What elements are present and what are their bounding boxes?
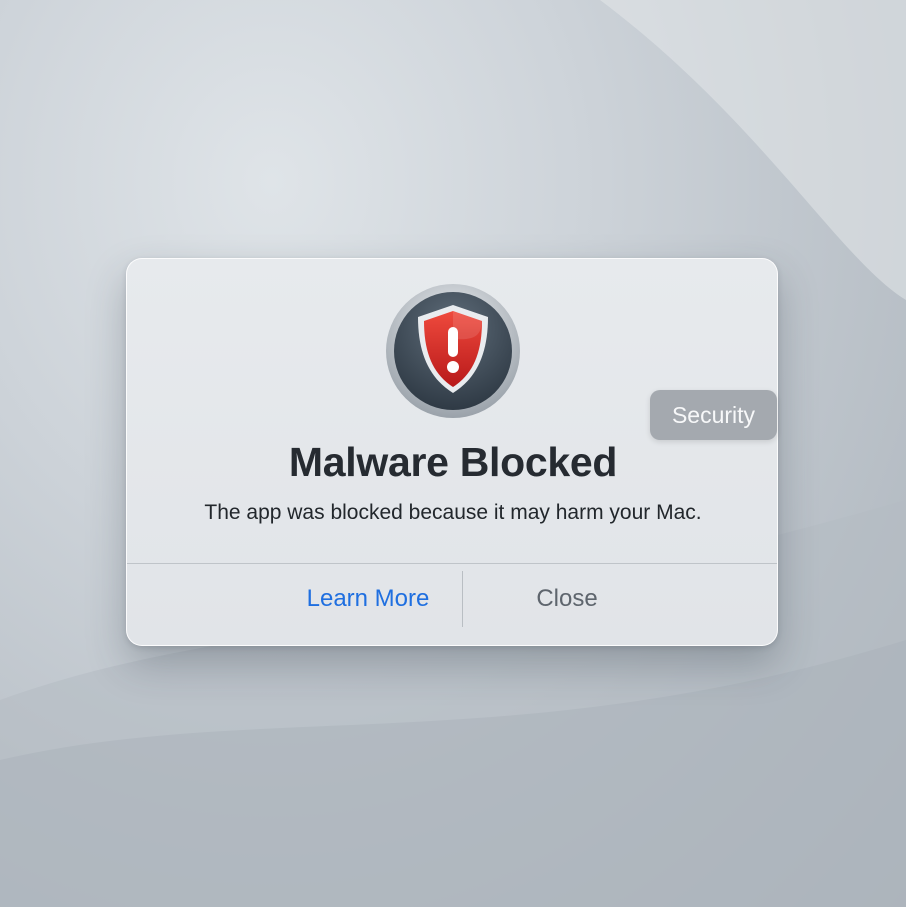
shield-warning-icon: [386, 284, 520, 418]
dialog-title: Malware Blocked: [288, 439, 618, 485]
button-divider: [127, 563, 777, 564]
button-separator: [462, 571, 463, 627]
learn-more-button[interactable]: Learn More: [277, 571, 459, 627]
malware-alert-dialog: Security Malware Blocked The app was blo…: [126, 258, 778, 646]
security-tag: Security: [650, 390, 777, 440]
dialog-message: The app was blocked because it may harm …: [204, 501, 702, 524]
close-button[interactable]: Close: [487, 571, 647, 627]
